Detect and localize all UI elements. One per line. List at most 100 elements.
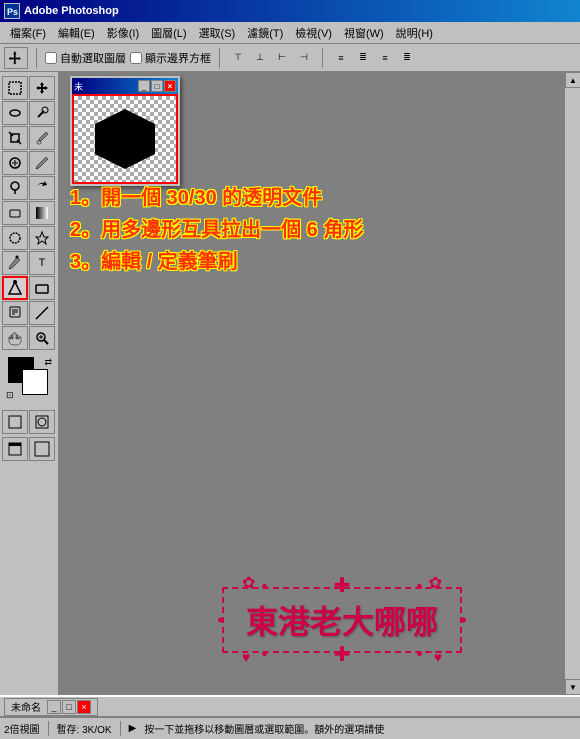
dodge-tool[interactable] [29, 226, 55, 250]
banner-content: ✚ ✚ ♥ ♥ ✿ ✿ 東港老大哪 [222, 587, 462, 653]
default-colors-icon[interactable]: ⊡ [6, 390, 14, 401]
standard-mode-btn[interactable] [2, 410, 28, 434]
tool-row-8: T [2, 251, 56, 275]
distribute-top-btn[interactable]: ≡ [331, 48, 351, 68]
shape-tool[interactable] [29, 276, 55, 300]
toolbar-separator-1 [36, 48, 37, 68]
align-left-btn[interactable]: ⊣ [294, 48, 314, 68]
align-bottom-btn[interactable]: ⊢ [272, 48, 292, 68]
distribute-horiz-btn[interactable]: ≡ [375, 48, 395, 68]
clone-stamp-tool[interactable] [2, 176, 28, 200]
menu-file[interactable]: 檔案(F) [4, 23, 52, 43]
toolbar-separator-3 [322, 48, 323, 68]
taskbar-maximize-btn[interactable]: □ [62, 700, 76, 714]
move-tool-btn[interactable] [4, 47, 28, 69]
doc-info-section: 暫存: 3K/OK [57, 721, 121, 736]
background-color[interactable] [22, 369, 48, 395]
taskbar-minimize-btn[interactable]: _ [47, 700, 61, 714]
zoom-tool[interactable] [29, 326, 55, 350]
dot-deco-1 [262, 584, 267, 589]
tool-row-3 [2, 126, 56, 150]
path-selection-tool[interactable] [2, 276, 28, 300]
show-bounds-checkbox[interactable] [130, 52, 142, 64]
magic-wand-tool[interactable] [29, 101, 55, 125]
full-screen-btn[interactable] [29, 437, 55, 461]
deco-heart-right: ♥ [434, 649, 442, 665]
standard-screen-btn[interactable] [2, 437, 28, 461]
menu-edit[interactable]: 編輯(E) [52, 23, 101, 43]
menu-layer[interactable]: 圖層(L) [145, 23, 192, 43]
dot-deco-5 [218, 618, 223, 623]
menu-window[interactable]: 視窗(W) [338, 23, 390, 43]
auto-select-label: 自動選取圖層 [60, 50, 126, 66]
quick-mask-btn[interactable] [29, 410, 55, 434]
tool-row-5 [2, 176, 56, 200]
app-icon: Ps [4, 3, 20, 19]
distribute-vert-btn[interactable]: ≣ [353, 48, 373, 68]
menu-help[interactable]: 說明(H) [390, 23, 439, 43]
align-vert-center-btn[interactable]: ⊥ [250, 48, 270, 68]
toolbar: 自動選取圖層 顯示邊界方框 ⊤ ⊥ ⊢ ⊣ ≡ ≣ ≡ ≣ [0, 44, 580, 72]
status-arrow: ▶ [129, 723, 137, 734]
distribute-buttons: ≡ ≣ ≡ ≣ [331, 48, 417, 68]
gradient-tool[interactable] [29, 201, 55, 225]
menu-image[interactable]: 影像(I) [101, 23, 145, 43]
eraser-tool[interactable] [2, 201, 28, 225]
status-bar: 2倍視圖 暫存: 3K/OK ▶ 按一下並拖移以移動圖層或選取範圍。額外的選項請… [0, 717, 580, 739]
mini-doc-controls: _ □ × [138, 80, 176, 92]
deco-cross-top: ✚ [334, 573, 351, 598]
measure-tool[interactable] [29, 301, 55, 325]
pen-tool[interactable] [2, 251, 28, 275]
notes-tool[interactable] [2, 301, 28, 325]
scroll-up-btn[interactable]: ▲ [565, 72, 580, 88]
toolbar-separator-2 [219, 48, 220, 68]
tool-row-6 [2, 201, 56, 225]
crop-tool[interactable] [2, 126, 28, 150]
deco-cross-bottom: ✚ [334, 642, 351, 667]
mini-doc-minimize[interactable]: _ [138, 80, 150, 92]
tool-row-1 [2, 76, 56, 100]
history-brush-tool[interactable] [29, 176, 55, 200]
scroll-track[interactable] [565, 88, 580, 679]
tool-row-9 [2, 276, 56, 300]
lasso-tool[interactable] [2, 101, 28, 125]
svg-text:Ps: Ps [7, 7, 18, 17]
app-title: Adobe Photoshop [24, 5, 576, 17]
scroll-down-btn[interactable]: ▼ [565, 679, 580, 695]
marquee-rect-tool[interactable] [2, 76, 28, 100]
align-top-btn[interactable]: ⊤ [228, 48, 248, 68]
toolbox: T [0, 72, 60, 695]
taskbar: 未命名 _ □ × [0, 695, 580, 717]
mini-doc-title: 未 [74, 80, 138, 93]
menu-select[interactable]: 選取(S) [193, 23, 242, 43]
eyedropper-tool[interactable] [29, 126, 55, 150]
align-buttons: ⊤ ⊥ ⊢ ⊣ [228, 48, 314, 68]
tool-row-2 [2, 101, 56, 125]
healing-brush-tool[interactable] [2, 151, 28, 175]
blur-tool[interactable] [2, 226, 28, 250]
dot-deco-3 [262, 651, 267, 656]
type-tool[interactable]: T [29, 251, 55, 275]
taskbar-item[interactable]: 未命名 _ □ × [4, 698, 98, 716]
dot-deco-6 [461, 618, 466, 623]
deco-flower-left: ✿ [242, 573, 255, 593]
menu-bar: 檔案(F) 編輯(E) 影像(I) 圖層(L) 選取(S) 濾鏡(T) 檢視(V… [0, 22, 580, 44]
menu-view[interactable]: 檢視(V) [289, 23, 338, 43]
doc-info: 暫存: 3K/OK [57, 721, 112, 736]
auto-select-checkbox[interactable] [45, 52, 57, 64]
canvas-area: 未 _ □ × 1。開一個 30/30 的透明文件 2。用多邊形互具拉出一個 6… [60, 72, 564, 695]
banner-text: 東港老大哪哪 [246, 604, 438, 640]
hexagon-shape [95, 109, 155, 169]
move-tool[interactable] [29, 76, 55, 100]
taskbar-close-btn[interactable]: × [77, 700, 91, 714]
mini-doc-close[interactable]: × [164, 80, 176, 92]
hand-tool[interactable] [2, 326, 28, 350]
mini-doc-maximize[interactable]: □ [151, 80, 163, 92]
mini-doc-titlebar: 未 _ □ × [72, 78, 178, 94]
menu-filter[interactable]: 濾鏡(T) [241, 23, 289, 43]
deco-flower-right: ✿ [429, 573, 442, 593]
show-bounds-group: 顯示邊界方框 [130, 50, 211, 66]
brush-tool[interactable] [29, 151, 55, 175]
distribute-right-btn[interactable]: ≣ [397, 48, 417, 68]
swap-colors-icon[interactable]: ⇄ [44, 357, 52, 368]
